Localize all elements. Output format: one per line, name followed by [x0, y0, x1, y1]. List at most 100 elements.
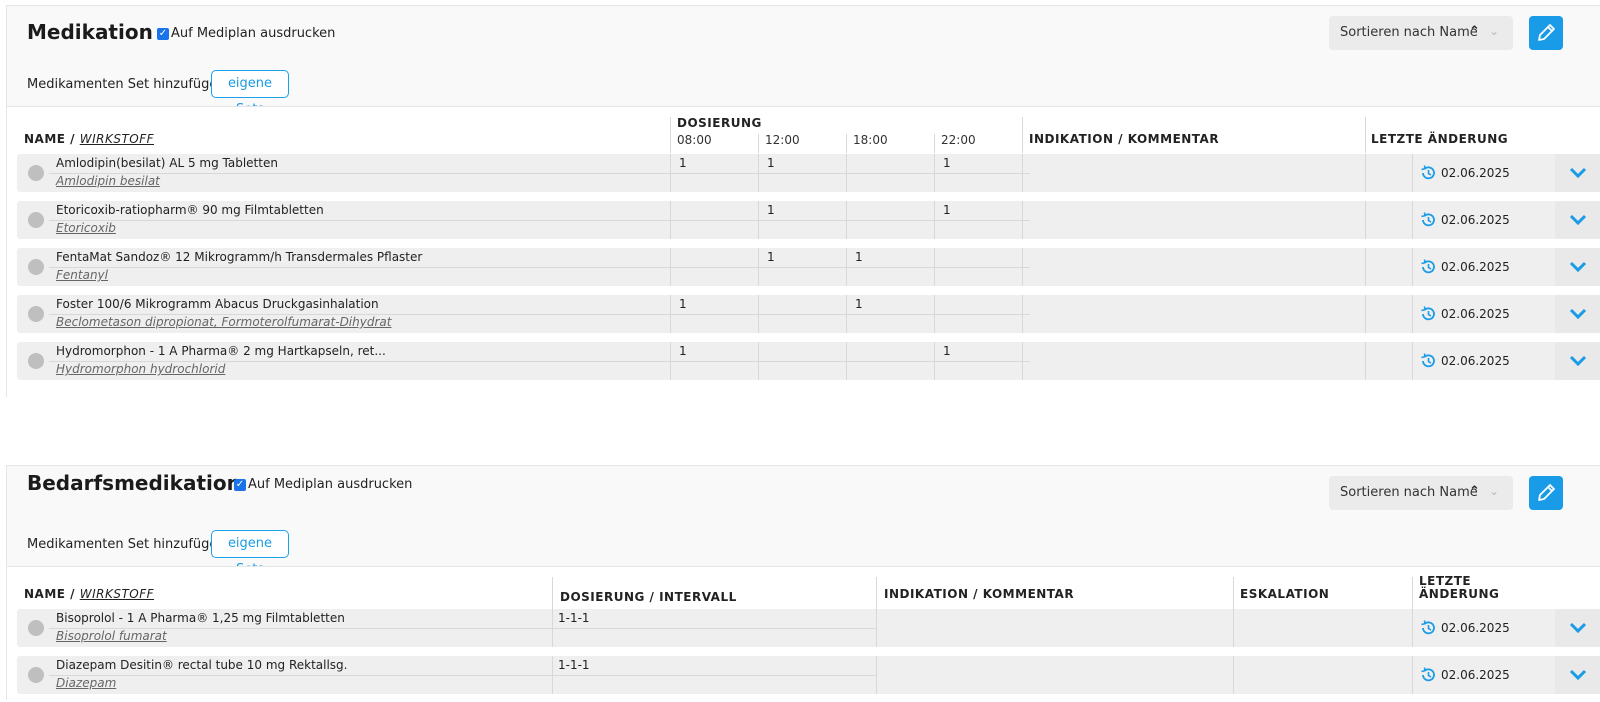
chevron-down-icon: [1569, 622, 1587, 634]
status-dot-icon[interactable]: [28, 165, 44, 181]
cell-divider: [1233, 656, 1234, 694]
header-indikation: INDIKATION / KOMMENTAR: [884, 587, 1075, 601]
medication-name: Diazepam Desitin® rectal tube 10 mg Rekt…: [56, 658, 348, 672]
chevron-down-icon[interactable]: ⌄: [1489, 24, 1499, 38]
medication-wirkstoff[interactable]: Hydromorphon hydrochlorid: [56, 362, 225, 376]
medication-name: Hydromorphon - 1 A Pharma® 2 mg Hartkaps…: [56, 344, 386, 358]
medication-row[interactable]: Etoricoxib-ratiopharm® 90 mg Filmtablett…: [17, 201, 1600, 239]
dose-2200: 1: [943, 344, 951, 358]
expand-row-button[interactable]: [1555, 154, 1600, 192]
expand-row-button[interactable]: [1555, 656, 1600, 694]
medication-wirkstoff[interactable]: Fentanyl: [56, 268, 108, 282]
bedarf-sort-button[interactable]: Sortieren nach Name ⌃ ⌄: [1329, 476, 1513, 510]
cell-divider: [1233, 609, 1234, 647]
sort-label: Sortieren nach Name: [1340, 485, 1478, 500]
chevron-down-icon[interactable]: ⌄: [1489, 484, 1499, 498]
history-icon[interactable]: [1419, 352, 1437, 370]
medikation-section: Medikation ✓ Auf Mediplan ausdrucken Sor…: [6, 5, 1600, 398]
status-dot-icon[interactable]: [28, 620, 44, 636]
dose-1800: 1: [855, 297, 863, 311]
cell-divider: [934, 201, 935, 239]
medication-wirkstoff[interactable]: Bisoprolol fumarat: [56, 629, 167, 643]
cell-divider: [552, 609, 553, 647]
last-change: 02.06.2025: [1419, 666, 1510, 684]
header-dosierung-intervall: DOSIERUNG / INTERVALL: [560, 590, 737, 604]
expand-row-button[interactable]: [1555, 201, 1600, 239]
status-dot-icon[interactable]: [28, 667, 44, 683]
header-divider: [1365, 117, 1366, 153]
medication-row[interactable]: FentaMat Sandoz® 12 Mikrogramm/h Transde…: [17, 248, 1600, 286]
medikation-print-checkbox[interactable]: ✓ Auf Mediplan ausdrucken: [157, 26, 335, 41]
medication-row[interactable]: Hydromorphon - 1 A Pharma® 2 mg Hartkaps…: [17, 342, 1600, 380]
medication-row[interactable]: Amlodipin(besilat) AL 5 mg Tabletten Aml…: [17, 154, 1600, 192]
medication-wirkstoff[interactable]: Amlodipin besilat: [56, 174, 160, 188]
header-wirkstoff-link[interactable]: WIRKSTOFF: [80, 132, 154, 146]
row-divider: [49, 314, 1030, 315]
last-change: 02.06.2025: [1419, 305, 1510, 323]
last-change-date: 02.06.2025: [1441, 668, 1510, 682]
cell-divider: [846, 295, 847, 333]
cell-divider: [934, 154, 935, 192]
expand-row-button[interactable]: [1555, 609, 1600, 647]
row-divider: [49, 361, 1030, 362]
history-icon[interactable]: [1419, 305, 1437, 323]
pencil-icon: [1538, 484, 1555, 501]
cell-divider: [1365, 342, 1366, 380]
chevron-down-icon: [1569, 214, 1587, 226]
bedarf-row[interactable]: Diazepam Desitin® rectal tube 10 mg Rekt…: [17, 656, 1600, 694]
medication-row[interactable]: Foster 100/6 Mikrogramm Abacus Druckgasi…: [17, 295, 1600, 333]
status-dot-icon[interactable]: [28, 259, 44, 275]
header-wirkstoff-link[interactable]: WIRKSTOFF: [80, 587, 154, 601]
medication-name: Bisoprolol - 1 A Pharma® 1,25 mg Filmtab…: [56, 611, 345, 625]
header-time-0800: 08:00: [677, 133, 712, 147]
expand-row-button[interactable]: [1555, 248, 1600, 286]
chevron-down-icon: [1569, 669, 1587, 681]
history-icon[interactable]: [1419, 619, 1437, 637]
bedarf-own-sets-button[interactable]: eigene Sets: [211, 530, 289, 577]
status-dot-icon[interactable]: [28, 306, 44, 322]
medication-wirkstoff[interactable]: Etoricoxib: [56, 221, 116, 235]
cell-divider: [846, 248, 847, 286]
history-icon[interactable]: [1419, 211, 1437, 229]
chevron-down-icon: [1569, 308, 1587, 320]
medikation-edit-button[interactable]: [1529, 16, 1563, 50]
checkbox-checked-icon[interactable]: ✓: [234, 478, 246, 491]
dose-1800: 1: [855, 250, 863, 264]
medication-wirkstoff[interactable]: Diazepam: [56, 676, 116, 690]
chevron-up-icon[interactable]: ⌃: [1469, 484, 1480, 499]
dose-0800: 1: [679, 156, 687, 170]
last-change: 02.06.2025: [1419, 619, 1510, 637]
cell-divider: [670, 295, 671, 333]
medikation-table: NAME / WIRKSTOFF DOSIERUNG 08:00 12:00 1…: [7, 106, 1600, 398]
print-checkbox-label: Auf Mediplan ausdrucken: [171, 26, 336, 41]
bedarf-edit-button[interactable]: [1529, 476, 1563, 510]
bedarf-row[interactable]: Bisoprolol - 1 A Pharma® 1,25 mg Filmtab…: [17, 609, 1600, 647]
medication-wirkstoff[interactable]: Beclometason dipropionat, Formoterolfuma…: [56, 315, 391, 329]
cell-divider: [552, 656, 553, 694]
status-dot-icon[interactable]: [28, 353, 44, 369]
cell-divider: [1022, 342, 1023, 380]
cell-divider: [1412, 295, 1413, 333]
expand-row-button[interactable]: [1555, 295, 1600, 333]
history-icon[interactable]: [1419, 164, 1437, 182]
header-eskalation: ESKALATION: [1240, 587, 1330, 601]
medication-name: Foster 100/6 Mikrogramm Abacus Druckgasi…: [56, 297, 379, 311]
medikation-own-sets-button[interactable]: eigene Sets: [211, 70, 289, 117]
last-change-date: 02.06.2025: [1441, 166, 1510, 180]
expand-row-button[interactable]: [1555, 342, 1600, 380]
chevron-down-icon: [1569, 167, 1587, 179]
header-indikation: INDIKATION / KOMMENTAR: [1029, 132, 1220, 146]
cell-divider: [758, 342, 759, 380]
header-divider: [934, 134, 935, 153]
cell-divider: [1412, 154, 1413, 192]
history-icon[interactable]: [1419, 666, 1437, 684]
medikation-sort-button[interactable]: Sortieren nach Name ⌃ ⌄: [1329, 16, 1513, 50]
bedarf-section: Bedarfsmedikation ✓ Auf Mediplan ausdruc…: [6, 465, 1600, 702]
history-icon[interactable]: [1419, 258, 1437, 276]
cell-divider: [934, 248, 935, 286]
chevron-up-icon[interactable]: ⌃: [1469, 24, 1480, 39]
bedarf-print-checkbox[interactable]: ✓ Auf Mediplan ausdrucken: [234, 477, 412, 492]
dose-1200: 1: [767, 156, 775, 170]
status-dot-icon[interactable]: [28, 212, 44, 228]
checkbox-checked-icon[interactable]: ✓: [157, 27, 169, 40]
